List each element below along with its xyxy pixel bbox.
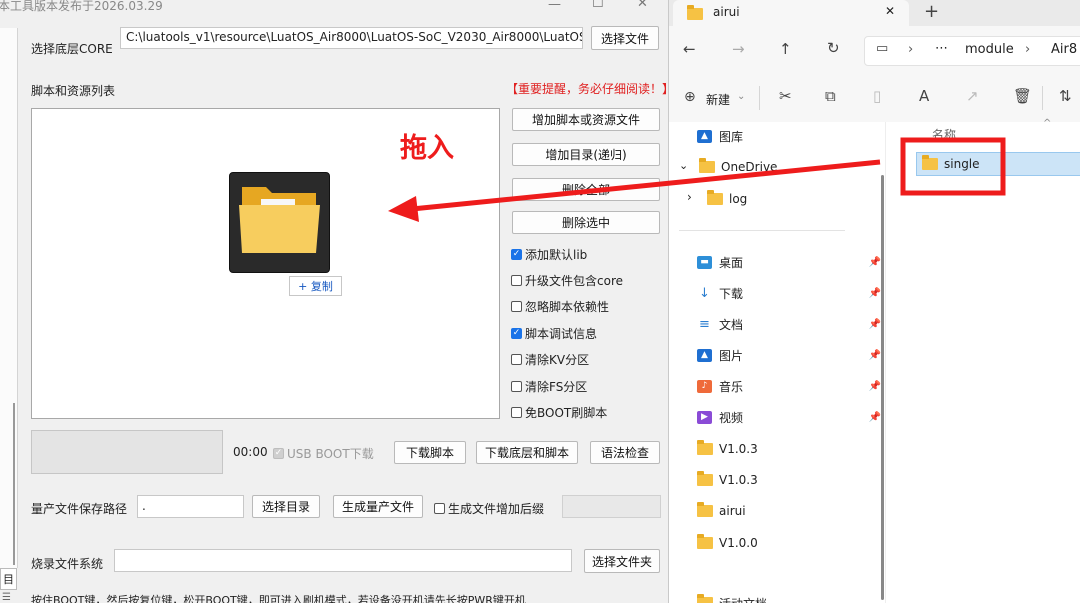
drag-arrow-line (411, 159, 881, 212)
drag-arrow-head (388, 196, 419, 222)
annotation-overlay (388, 137, 1006, 222)
highlight-box (900, 137, 1006, 196)
